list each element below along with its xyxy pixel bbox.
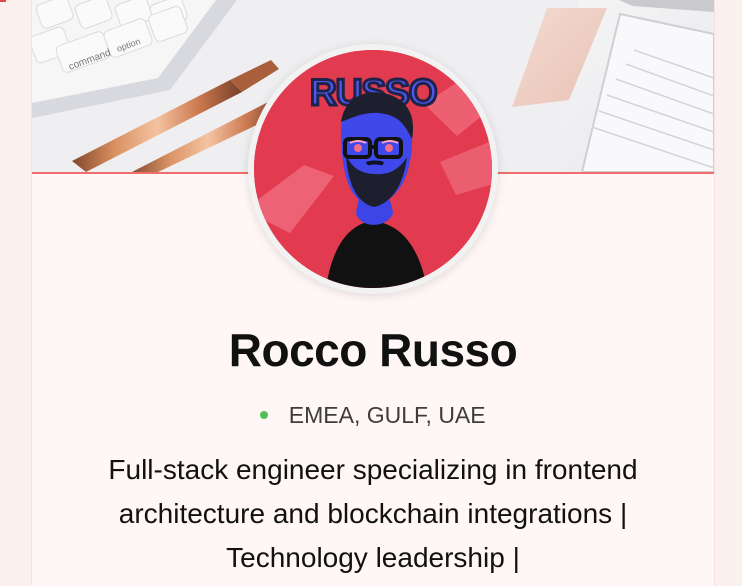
profile-card: command option Rocco Russo EMEA, GULF, U…: [32, 0, 714, 586]
top-left-accent-line: [0, 0, 6, 2]
profile-location: EMEA, GULF, UAE: [32, 400, 714, 430]
cartoon-avatar-image: RUSSO: [254, 50, 492, 288]
profile-name: Rocco Russo: [228, 324, 518, 376]
profile-avatar[interactable]: RUSSO: [248, 44, 498, 294]
location-text: EMEA, GULF, UAE: [288, 402, 486, 428]
profile-page: command option Rocco Russo EMEA, GULF, U…: [0, 0, 742, 586]
profile-bio: Full-stack engineer specializing in fron…: [108, 454, 638, 573]
online-status-icon: [260, 410, 269, 419]
avatar-illustration: RUSSO: [254, 50, 492, 288]
